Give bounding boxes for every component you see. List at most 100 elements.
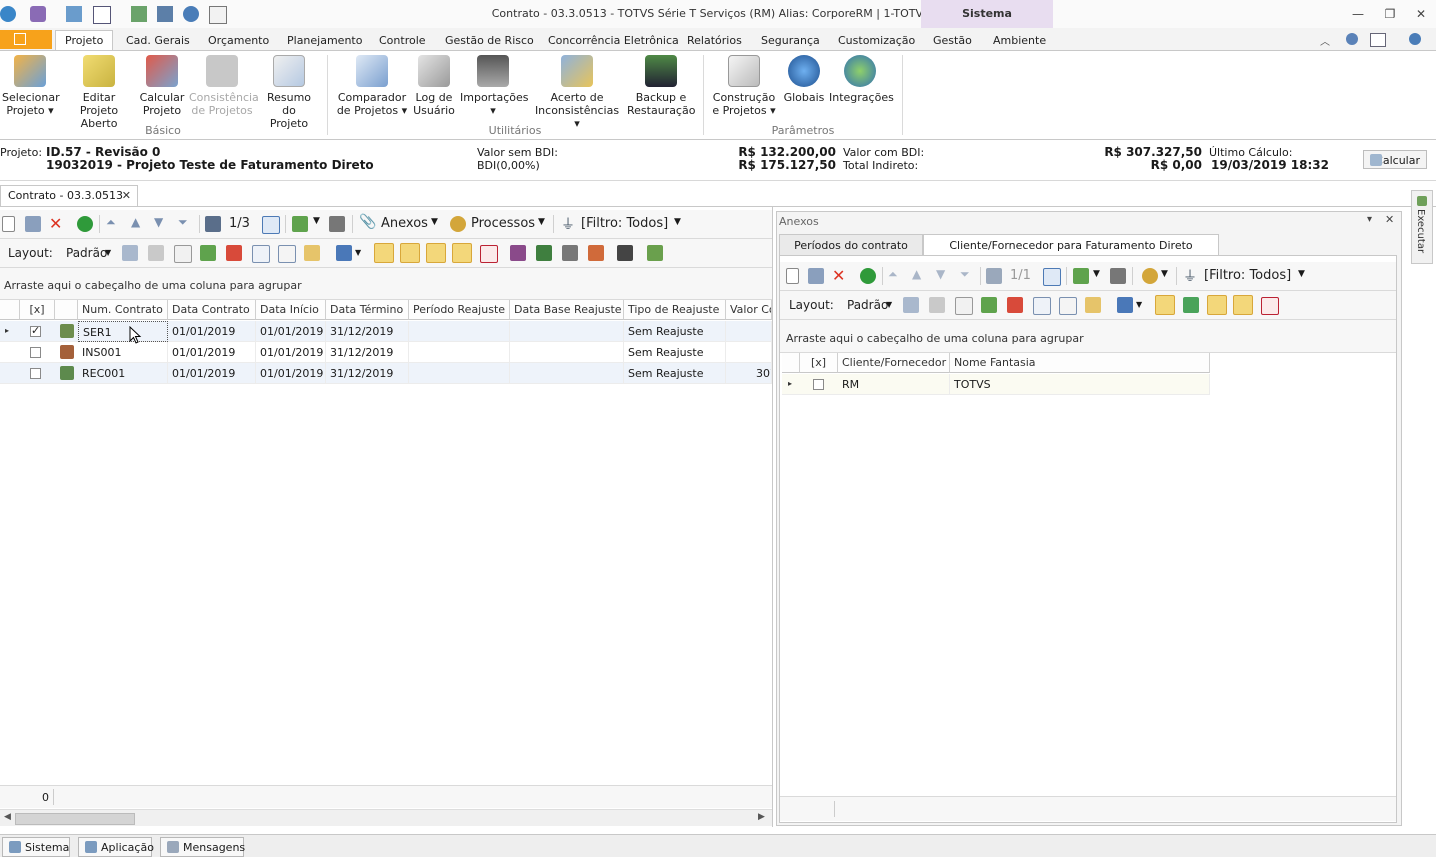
first-record-icon[interactable]: ⏶ bbox=[106, 215, 116, 230]
calcular-projeto-button[interactable]: Calcular Projeto bbox=[138, 55, 186, 117]
cell-valor[interactable] bbox=[726, 342, 772, 363]
cell-data-base-reajuste[interactable] bbox=[510, 363, 624, 384]
anexos-dropdown-icon[interactable]: ▼ bbox=[431, 217, 438, 227]
horizontal-scrollbar[interactable]: ◀ ▶ bbox=[0, 809, 772, 826]
tab-orcamento[interactable]: Orçamento bbox=[208, 31, 269, 50]
globais-button[interactable]: Globais bbox=[782, 55, 826, 104]
view-mode-2-icon[interactable] bbox=[1183, 297, 1199, 313]
tab-ambiente[interactable]: Ambiente bbox=[993, 31, 1046, 50]
row-checkbox[interactable] bbox=[30, 347, 41, 358]
cell-tipo-reajuste[interactable]: Sem Reajuste bbox=[624, 321, 726, 342]
view-mode-4-icon[interactable] bbox=[1233, 295, 1253, 315]
delete-icon[interactable]: ✕ bbox=[49, 214, 62, 233]
cell-tipo-reajuste[interactable]: Sem Reajuste bbox=[624, 342, 726, 363]
file-menu-button[interactable] bbox=[0, 30, 52, 49]
cell-data-contrato[interactable]: 01/01/2019 bbox=[168, 321, 256, 342]
cell-tipo-reajuste[interactable]: Sem Reajuste bbox=[624, 363, 726, 384]
sum-icon[interactable] bbox=[278, 245, 296, 263]
col-data-inicio[interactable]: Data Início bbox=[256, 300, 326, 320]
col-nome-fantasia[interactable]: Nome Fantasia bbox=[950, 353, 1210, 373]
close-panel-icon[interactable]: ✕ bbox=[1385, 213, 1394, 226]
cell-data-termino[interactable]: 31/12/2019 bbox=[326, 363, 409, 384]
shapes-icon[interactable] bbox=[588, 245, 604, 261]
tab-projeto[interactable]: Projeto bbox=[55, 30, 114, 50]
layout-dropdown-icon[interactable]: ▼ bbox=[105, 248, 111, 257]
tab-cliente-fornecedor[interactable]: Cliente/Fornecedor para Faturamento Dire… bbox=[923, 234, 1219, 255]
cell-periodo-reajuste[interactable] bbox=[409, 321, 510, 342]
status-tab-aplicacao[interactable]: Aplicação bbox=[78, 837, 154, 857]
group-icon[interactable] bbox=[1033, 297, 1051, 315]
cell-valor[interactable] bbox=[726, 321, 772, 342]
tab-periodos-contrato[interactable]: Períodos do contrato bbox=[779, 234, 923, 255]
close-icon[interactable]: ✕ bbox=[1412, 5, 1430, 23]
executar-side-panel[interactable]: Executar bbox=[1411, 190, 1433, 264]
edit-record-icon[interactable] bbox=[808, 268, 824, 284]
selecionar-projeto-button[interactable]: Selecionar Projeto ▾ bbox=[2, 55, 60, 117]
tab-gestao-de-risco[interactable]: Gestão de Risco bbox=[445, 31, 534, 50]
tab-relatorios[interactable]: Relatórios bbox=[687, 31, 742, 50]
construcao-projetos-button[interactable]: Construção e Projetos ▾ bbox=[712, 55, 776, 117]
filter-dropdown-icon[interactable]: ▼ bbox=[674, 217, 681, 227]
previous-record-icon[interactable]: ▲ bbox=[131, 215, 140, 229]
new-record-icon[interactable] bbox=[786, 268, 799, 284]
next-record-icon[interactable]: ▼ bbox=[936, 267, 945, 281]
import-layout-icon[interactable] bbox=[981, 297, 997, 313]
processos-menu[interactable]: Processos bbox=[471, 216, 535, 231]
scroll-thumb[interactable] bbox=[15, 813, 135, 825]
context-tab-sistema[interactable]: Sistema bbox=[921, 0, 1053, 28]
check-icon[interactable] bbox=[647, 245, 663, 261]
print-icon[interactable] bbox=[1110, 268, 1126, 284]
calculator-icon[interactable] bbox=[617, 245, 633, 261]
restore-icon[interactable]: ❐ bbox=[1381, 5, 1399, 23]
col-cliente-fornecedor[interactable]: Cliente/Fornecedor bbox=[838, 353, 950, 373]
layout-save-icon[interactable] bbox=[903, 297, 919, 313]
cell-cliente-fornecedor[interactable]: RM bbox=[838, 374, 950, 395]
delete-icon[interactable]: ✕ bbox=[832, 266, 845, 285]
tab-planejamento[interactable]: Planejamento bbox=[287, 31, 362, 50]
cell-nome-fantasia[interactable]: TOTVS bbox=[950, 374, 1210, 395]
integracoes-button[interactable]: Integrações bbox=[829, 55, 894, 104]
help-icon[interactable] bbox=[1409, 33, 1421, 45]
log-usuario-button[interactable]: Log de Usuário bbox=[412, 55, 456, 117]
cell-data-base-reajuste[interactable] bbox=[510, 321, 624, 342]
layout-save-icon[interactable] bbox=[122, 245, 138, 261]
sum-icon[interactable] bbox=[1059, 297, 1077, 315]
cell-num-contrato[interactable]: REC001 bbox=[78, 363, 168, 384]
font-icon[interactable] bbox=[1261, 297, 1279, 315]
copy-icon[interactable] bbox=[209, 6, 227, 24]
next-record-icon[interactable]: ▼ bbox=[154, 215, 163, 229]
cell-num-contrato[interactable]: SER1 bbox=[78, 321, 168, 342]
chart-icon[interactable] bbox=[1117, 297, 1133, 313]
acerto-inconsistencias-button[interactable]: Acerto de Inconsistências ▾ bbox=[531, 55, 623, 130]
cell-valor[interactable]: 307 bbox=[726, 363, 772, 384]
col-data-base-reajuste[interactable]: Data Base Reajuste bbox=[510, 300, 624, 320]
view-mode-3-icon[interactable] bbox=[426, 243, 446, 263]
layout-select[interactable]: Padrão bbox=[66, 246, 107, 260]
view-mode-1-icon[interactable] bbox=[1155, 295, 1175, 315]
last-record-icon[interactable]: ⏷ bbox=[960, 267, 970, 282]
scroll-right-icon[interactable]: ▶ bbox=[758, 812, 765, 822]
tab-cad-gerais[interactable]: Cad. Gerais bbox=[126, 31, 190, 50]
cell-data-termino[interactable]: 31/12/2019 bbox=[326, 342, 409, 363]
grid-view-icon[interactable] bbox=[262, 216, 280, 234]
layout-copy-icon[interactable] bbox=[929, 297, 945, 313]
cell-periodo-reajuste[interactable] bbox=[409, 363, 510, 384]
columns-icon[interactable] bbox=[955, 297, 973, 315]
refresh-icon[interactable] bbox=[860, 268, 876, 284]
col-periodo-reajuste[interactable]: Período Reajuste bbox=[409, 300, 510, 320]
backup-restauracao-button[interactable]: Backup e Restauração bbox=[627, 55, 695, 117]
status-tab-mensagens[interactable]: Mensagens bbox=[160, 837, 245, 857]
processos-dropdown-icon[interactable]: ▼ bbox=[538, 217, 545, 227]
view-mode-2-icon[interactable] bbox=[400, 243, 420, 263]
connection-icon[interactable] bbox=[30, 6, 46, 22]
collapse-ribbon-icon[interactable]: ︿ bbox=[1320, 33, 1330, 48]
filter-menu[interactable]: [Filtro: Todos] bbox=[1204, 268, 1291, 283]
select-all-header[interactable]: [x] bbox=[800, 353, 838, 373]
format-icon[interactable] bbox=[304, 245, 320, 261]
columns-icon[interactable] bbox=[174, 245, 192, 263]
row-checkbox[interactable] bbox=[30, 324, 41, 337]
layout-copy-icon[interactable] bbox=[148, 245, 164, 261]
cell-data-base-reajuste[interactable] bbox=[510, 342, 624, 363]
edit-record-icon[interactable] bbox=[25, 216, 41, 232]
filter-menu[interactable]: [Filtro: Todos] bbox=[581, 216, 668, 231]
